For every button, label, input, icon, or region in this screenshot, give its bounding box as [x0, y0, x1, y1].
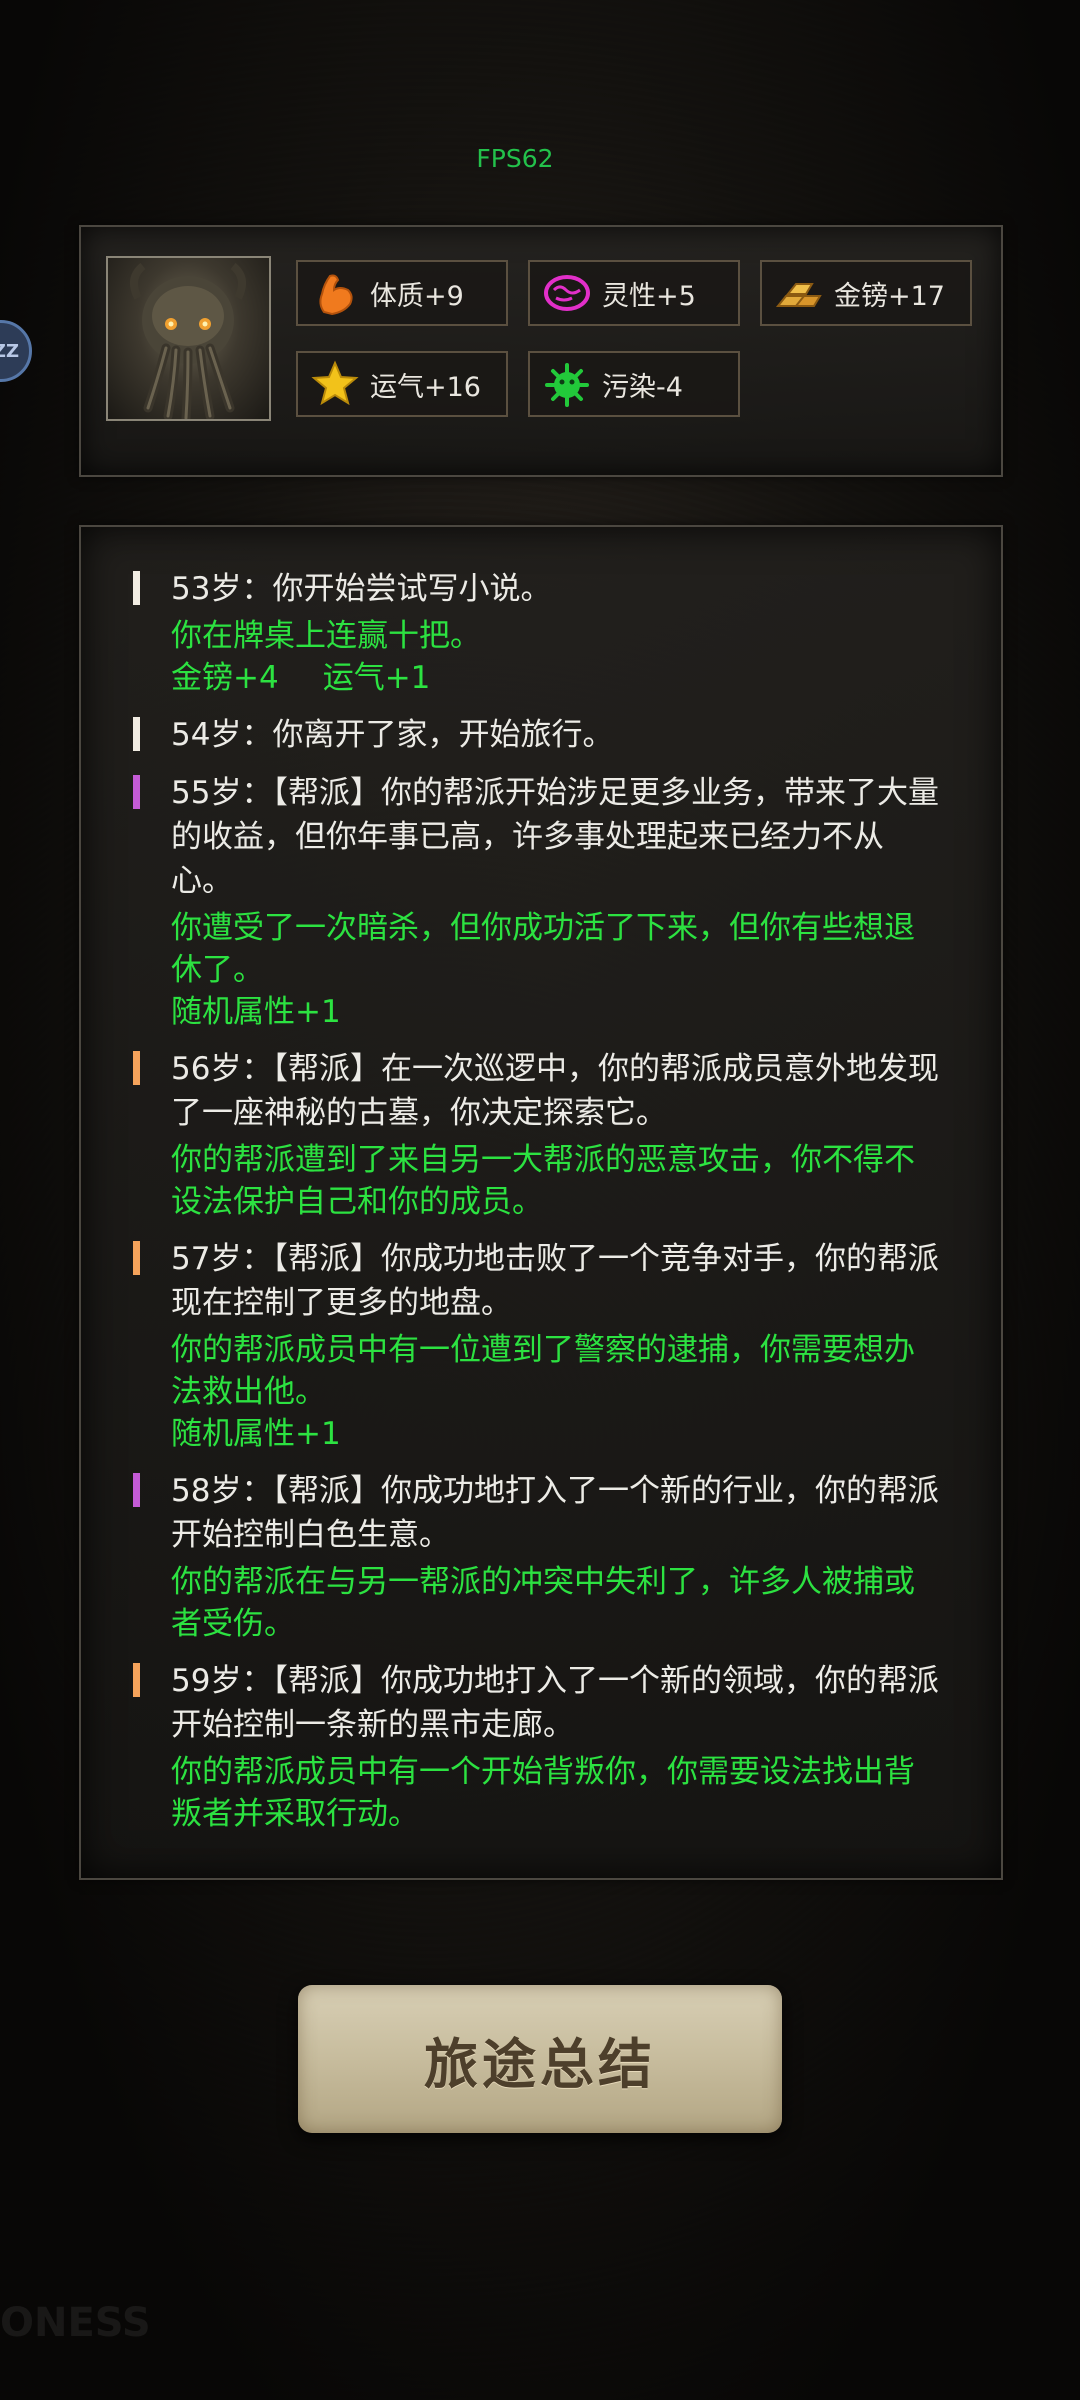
stat-pollution-label: 污染-4 — [602, 371, 683, 403]
character-portrait[interactable] — [106, 256, 271, 421]
journey-summary-button[interactable]: 旅途总结 — [298, 1985, 782, 2133]
stat-gold-label: 金镑+17 — [834, 280, 945, 312]
log-entry: 58岁：【帮派】你成功地打入了一个新的行业，你的帮派开始控制白色生意。 你的帮派在… — [133, 1469, 941, 1645]
log-entry-outcome: 你在牌桌上连赢十把。 — [171, 618, 481, 654]
log-entry-marker — [133, 1051, 140, 1085]
log-entry-event: 55岁：【帮派】你的帮派开始涉足更多业务，带来了大量的收益，但你年事已高，许多事… — [171, 775, 939, 899]
log-entry: 56岁：【帮派】在一次巡逻中，你的帮派成员意外地发现了一座神秘的古墓，你决定探索… — [133, 1047, 941, 1223]
brain-icon — [544, 275, 590, 311]
life-log-panel[interactable]: 53岁：你开始尝试写小说。 你在牌桌上连赢十把。 金镑+4 运气+1 54岁：你离开了家… — [79, 525, 1003, 1880]
log-entry-event: 57岁：【帮派】你成功地击败了一个竞争对手，你的帮派现在控制了更多的地盘。 — [171, 1241, 939, 1321]
log-entry-outcome: 你的帮派遭到了来自另一大帮派的恶意攻击，你不得不设法保护自己和你的成员。 — [171, 1142, 915, 1220]
stat-constitution-label: 体质+9 — [370, 280, 464, 312]
germ-icon — [545, 363, 589, 407]
log-entry-attribute-changes: 随机属性+1 — [171, 991, 941, 1033]
game-screen: FPS62 ZZ 体质+9 — [0, 0, 1080, 2400]
attribute-change: 金镑+4 — [171, 660, 279, 696]
log-entry-marker — [133, 1473, 140, 1507]
attribute-change: 随机属性+1 — [171, 994, 341, 1030]
log-entry-marker — [133, 1663, 140, 1697]
stat-gold[interactable]: 金镑+17 — [760, 260, 972, 326]
log-entry-marker — [133, 571, 140, 605]
stat-spirit[interactable]: 灵性+5 — [528, 260, 740, 326]
log-entry-attribute-changes: 随机属性+1 — [171, 1413, 941, 1455]
log-entry-event: 58岁：【帮派】你成功地打入了一个新的行业，你的帮派开始控制白色生意。 — [171, 1473, 939, 1553]
log-entry: 57岁：【帮派】你成功地击败了一个竞争对手，你的帮派现在控制了更多的地盘。 你的帮… — [133, 1237, 941, 1455]
log-entry-attribute-changes: 金镑+4 运气+1 — [171, 657, 941, 699]
log-entry: 59岁：【帮派】你成功地打入了一个新的领域，你的帮派开始控制一条新的黑市走廊。你… — [133, 1659, 941, 1835]
life-log-list[interactable]: 53岁：你开始尝试写小说。 你在牌桌上连赢十把。 金镑+4 运气+1 54岁：你离开了家… — [133, 567, 941, 1838]
stat-luck-label: 运气+16 — [370, 371, 481, 403]
star-icon — [311, 360, 359, 406]
side-float-button[interactable]: ZZ — [0, 320, 32, 382]
log-entry-marker — [133, 1241, 140, 1275]
log-entry-event: 53岁：你开始尝试写小说。 — [171, 571, 552, 607]
muscle-arm-icon — [319, 274, 353, 316]
stat-luck[interactable]: 运气+16 — [296, 351, 508, 417]
log-entry: 54岁：你离开了家，开始旅行。 — [133, 713, 941, 757]
gold-bars-icon — [775, 283, 822, 307]
log-entry: 53岁：你开始尝试写小说。 你在牌桌上连赢十把。 金镑+4 运气+1 — [133, 567, 941, 699]
log-entry-outcome: 你的帮派成员中有一个开始背叛你，你需要设法找出背叛者并采取行动。 — [171, 1754, 915, 1832]
log-entry: 55岁：【帮派】你的帮派开始涉足更多业务，带来了大量的收益，但你年事已高，许多事… — [133, 771, 941, 1033]
log-entry-outcome: 你的帮派成员中有一位遭到了警察的逮捕，你需要想办法救出他。 — [171, 1332, 915, 1410]
attribute-change: 运气+1 — [322, 660, 431, 696]
stat-pollution[interactable]: 污染-4 — [528, 351, 740, 417]
log-entry-marker — [133, 775, 140, 809]
fps-counter: FPS62 — [476, 144, 554, 173]
stat-spirit-label: 灵性+5 — [602, 280, 696, 312]
log-entry-event: 56岁：【帮派】在一次巡逻中，你的帮派成员意外地发现了一座神秘的古墓，你决定探索… — [171, 1051, 939, 1131]
attribute-change: 随机属性+1 — [171, 1416, 341, 1452]
background-watermark: ONESS — [0, 2300, 151, 2346]
log-entry-outcome: 你遭受了一次暗杀，但你成功活了下来，但你有些想退休了。 — [171, 910, 915, 988]
stats-panel: 体质+9 灵性+5 金镑+17 运气+16 污染-4 — [79, 225, 1003, 477]
log-entry-event: 54岁：你离开了家，开始旅行。 — [171, 717, 614, 753]
log-entry-marker — [133, 717, 140, 751]
log-entry-outcome: 你的帮派在与另一帮派的冲突中失利了，许多人被捕或者受伤。 — [171, 1564, 915, 1642]
tentacle-monster-icon — [130, 262, 246, 419]
stat-constitution[interactable]: 体质+9 — [296, 260, 508, 326]
log-entry-event: 59岁：【帮派】你成功地打入了一个新的领域，你的帮派开始控制一条新的黑市走廊。 — [171, 1663, 939, 1743]
